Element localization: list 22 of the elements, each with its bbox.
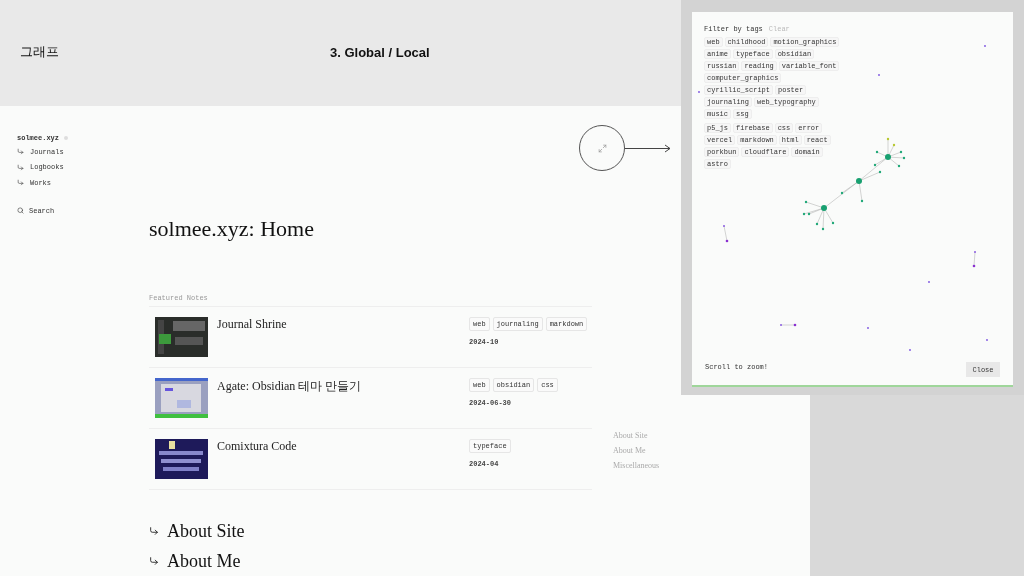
slide-title: 그래프 bbox=[19, 43, 60, 61]
note-title[interactable]: Journal Shrine bbox=[217, 317, 469, 357]
section-link[interactable]: About Me bbox=[149, 546, 592, 576]
return-arrow-icon bbox=[17, 163, 24, 171]
return-arrow-icon bbox=[149, 556, 159, 566]
node-cluster[interactable] bbox=[873, 137, 906, 168]
arrow-annotation bbox=[625, 144, 671, 153]
node-pair[interactable] bbox=[723, 225, 729, 243]
node-cluster[interactable] bbox=[823, 156, 889, 209]
node-cluster[interactable] bbox=[802, 200, 835, 231]
slide-subtitle: 3. Global / Local bbox=[330, 44, 430, 60]
node-pair[interactable] bbox=[972, 251, 976, 268]
return-arrow-icon bbox=[17, 179, 24, 187]
section-link[interactable]: About Site bbox=[149, 516, 592, 546]
page-title: solmee.xyz: Home bbox=[149, 216, 315, 243]
return-arrow-icon bbox=[17, 148, 24, 156]
node-pair[interactable] bbox=[780, 323, 797, 327]
search-icon bbox=[17, 207, 24, 214]
note-title[interactable]: Agate: Obsidian 테마 만들기 bbox=[217, 378, 469, 418]
note-title[interactable]: Comixtura Code bbox=[217, 439, 469, 479]
expand-icon[interactable] bbox=[597, 143, 607, 153]
return-arrow-icon bbox=[149, 526, 159, 536]
